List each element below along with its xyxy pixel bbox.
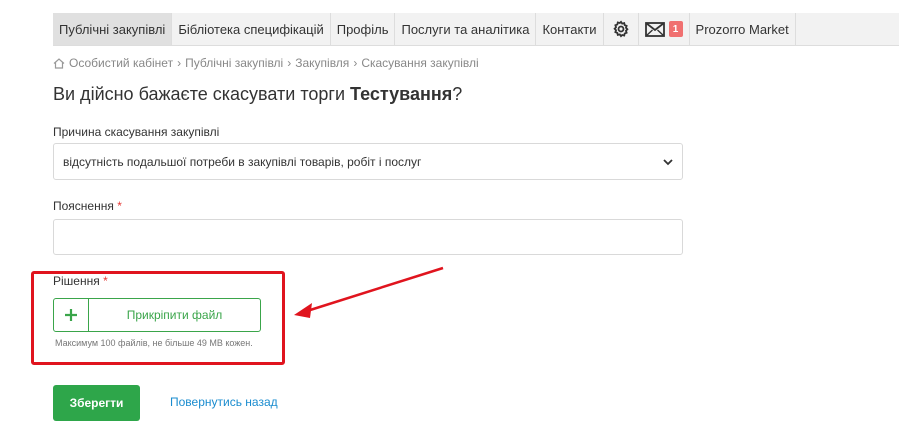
required-mark: *: [117, 199, 122, 213]
title-prefix: Ви дійсно бажаєте скасувати торги: [53, 84, 351, 104]
breadcrumb: Особистий кабінет › Публічні закупівлі ›…: [53, 55, 479, 71]
nav-item-prozorro-market[interactable]: Prozorro Market: [690, 13, 796, 45]
title-suffix: ?: [452, 84, 463, 104]
explanation-input[interactable]: [53, 219, 683, 255]
plus-icon: [65, 309, 77, 321]
top-navigation: Публічні закупівлі Бібліотека специфікац…: [53, 13, 899, 46]
attach-plus-area[interactable]: [54, 299, 89, 331]
messages-button[interactable]: 1: [639, 13, 690, 45]
annotation-arrow-icon: [294, 266, 444, 318]
breadcrumb-cabinet[interactable]: Особистий кабінет: [69, 56, 173, 70]
breadcrumb-cancellation: Скасування закупівлі: [361, 56, 479, 70]
attach-hint: Максимум 100 файлів, не більше 49 MB кож…: [55, 338, 253, 348]
chevron-down-icon: [663, 159, 673, 166]
gear-icon: [612, 20, 629, 38]
back-link[interactable]: Повернутись назад: [170, 395, 278, 409]
breadcrumb-separator: ›: [287, 56, 292, 70]
breadcrumb-separator: ›: [353, 56, 358, 70]
nav-item-profile[interactable]: Профіль: [331, 13, 396, 45]
unread-count-badge: 1: [668, 21, 683, 37]
home-icon[interactable]: [53, 57, 65, 69]
nav-item-contacts[interactable]: Контакти: [536, 13, 604, 45]
tender-name: Тестування: [350, 84, 453, 104]
nav-item-public-procurement[interactable]: Публічні закупівлі: [53, 13, 173, 45]
nav-item-services-analytics[interactable]: Послуги та аналітика: [395, 13, 537, 45]
explanation-label: Пояснення *: [53, 199, 122, 213]
breadcrumb-public-procurement[interactable]: Публічні закупівлі: [185, 56, 283, 70]
required-mark: *: [103, 274, 108, 288]
envelope-icon: [644, 21, 665, 37]
settings-button[interactable]: [604, 13, 639, 45]
breadcrumb-separator: ›: [177, 56, 182, 70]
nav-item-spec-library[interactable]: Бібліотека специфікацій: [172, 13, 331, 45]
page-title: Ви дійсно бажаєте скасувати торги Тестув…: [53, 84, 462, 105]
reason-label: Причина скасування закупівлі: [53, 125, 220, 139]
decision-label: Рішення *: [53, 274, 108, 288]
attach-file-label: Прикріпити файл: [126, 308, 223, 322]
reason-select[interactable]: відсутність подальшої потреби в закупівл…: [53, 143, 683, 180]
breadcrumb-procurement[interactable]: Закупівля: [295, 56, 349, 70]
reason-selected-value: відсутність подальшої потреби в закупівл…: [63, 154, 422, 169]
save-button[interactable]: Зберегти: [53, 385, 140, 421]
attach-file-button[interactable]: Прикріпити файл: [53, 298, 261, 332]
